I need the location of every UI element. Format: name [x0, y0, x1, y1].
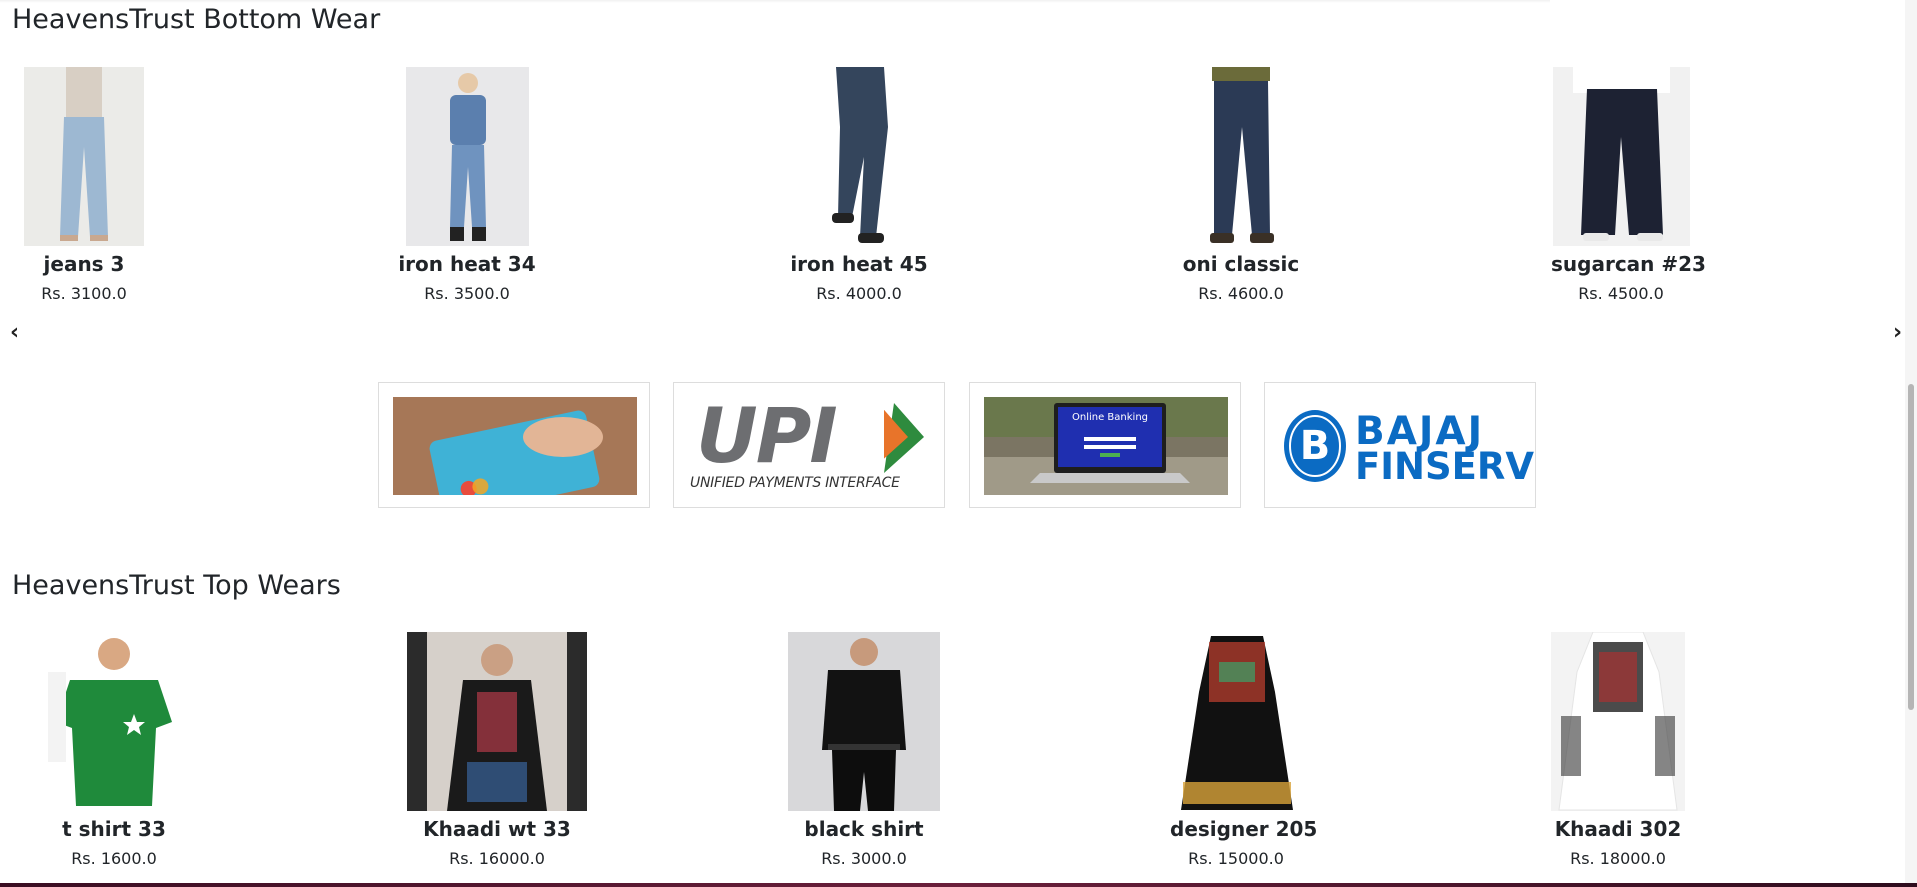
product-name[interactable]: oni classic: [1171, 252, 1311, 276]
product-image[interactable]: [1194, 67, 1288, 246]
product-price: Rs. 15000.0: [1188, 849, 1284, 868]
bottom-edge: [0, 883, 1917, 887]
product-card[interactable]: Khaadi wt 33 Rs. 16000.0: [407, 632, 587, 868]
upi-arrow-icon: [884, 403, 924, 473]
product-image[interactable]: [1552, 67, 1690, 246]
product-image[interactable]: [788, 632, 940, 811]
product-card[interactable]: black shirt Rs. 3000.0: [788, 632, 940, 868]
product-price: Rs. 4000.0: [816, 284, 902, 303]
bajaj-logo-mark: B: [1283, 409, 1347, 483]
product-image[interactable]: [1170, 632, 1302, 811]
product-price: Rs. 4500.0: [1578, 284, 1664, 303]
product-price: Rs. 16000.0: [449, 849, 545, 868]
product-name[interactable]: iron heat 45: [789, 252, 929, 276]
product-name[interactable]: Khaadi wt 33: [407, 817, 587, 841]
product-image[interactable]: [1551, 632, 1685, 811]
upi-logo-text: UPI: [696, 391, 838, 480]
netbanking-image: Online Banking: [984, 397, 1228, 495]
product-name[interactable]: black shirt: [788, 817, 940, 841]
carousel-next-button[interactable]: ›: [1893, 320, 1902, 345]
scrollbar-thumb[interactable]: [1908, 384, 1914, 710]
product-card[interactable]: iron heat 45 Rs. 4000.0: [789, 67, 929, 303]
product-name[interactable]: sugarcan #23: [1551, 252, 1706, 276]
product-price: Rs. 18000.0: [1570, 849, 1666, 868]
carousel-prev-button[interactable]: ‹: [10, 320, 19, 345]
product-card[interactable]: oni classic Rs. 4600.0: [1171, 67, 1311, 303]
product-name[interactable]: iron heat 34: [397, 252, 537, 276]
product-name[interactable]: Khaadi 302: [1551, 817, 1685, 841]
product-name[interactable]: jeans 3: [14, 252, 154, 276]
payment-bajaj-option[interactable]: B BAJAJ FINSERV: [1264, 382, 1536, 508]
product-image[interactable]: [814, 67, 904, 246]
product-card[interactable]: sugarcan #23 Rs. 4500.0: [1551, 67, 1706, 303]
section-title-bottom-wear: HeavensTrust Bottom Wear: [12, 4, 381, 35]
product-price: Rs. 4600.0: [1198, 284, 1284, 303]
bajaj-logo-text-line2: FINSERV: [1355, 445, 1535, 488]
header-shadow: [0, 0, 1550, 3]
product-card[interactable]: designer 205 Rs. 15000.0: [1170, 632, 1317, 868]
product-name[interactable]: t shirt 33: [46, 817, 182, 841]
credit-card-image: [393, 397, 637, 495]
product-price: Rs. 3000.0: [821, 849, 907, 868]
product-card[interactable]: iron heat 34 Rs. 3500.0: [397, 67, 537, 303]
product-image[interactable]: [24, 67, 144, 246]
product-card[interactable]: t shirt 33 Rs. 1600.0: [46, 632, 182, 868]
page-scrollbar[interactable]: [1905, 0, 1917, 887]
product-image[interactable]: [407, 632, 587, 811]
section-title-top-wears: HeavensTrust Top Wears: [12, 570, 341, 601]
payment-upi-option[interactable]: UPI UNIFIED PAYMENTS INTERFACE: [673, 382, 945, 508]
netbanking-screen-text: Online Banking: [1072, 412, 1149, 423]
product-price: Rs. 1600.0: [71, 849, 157, 868]
product-card[interactable]: jeans 3 Rs. 3100.0: [14, 67, 154, 303]
product-image[interactable]: [405, 67, 529, 246]
product-name[interactable]: designer 205: [1170, 817, 1317, 841]
product-card[interactable]: Khaadi 302 Rs. 18000.0: [1551, 632, 1685, 868]
payment-card-option[interactable]: [378, 382, 650, 508]
product-price: Rs. 3500.0: [424, 284, 510, 303]
product-image[interactable]: [48, 632, 180, 811]
product-price: Rs. 3100.0: [41, 284, 127, 303]
upi-logo-subtitle: UNIFIED PAYMENTS INTERFACE: [690, 475, 900, 491]
payment-netbanking-option[interactable]: Online Banking: [969, 382, 1241, 508]
